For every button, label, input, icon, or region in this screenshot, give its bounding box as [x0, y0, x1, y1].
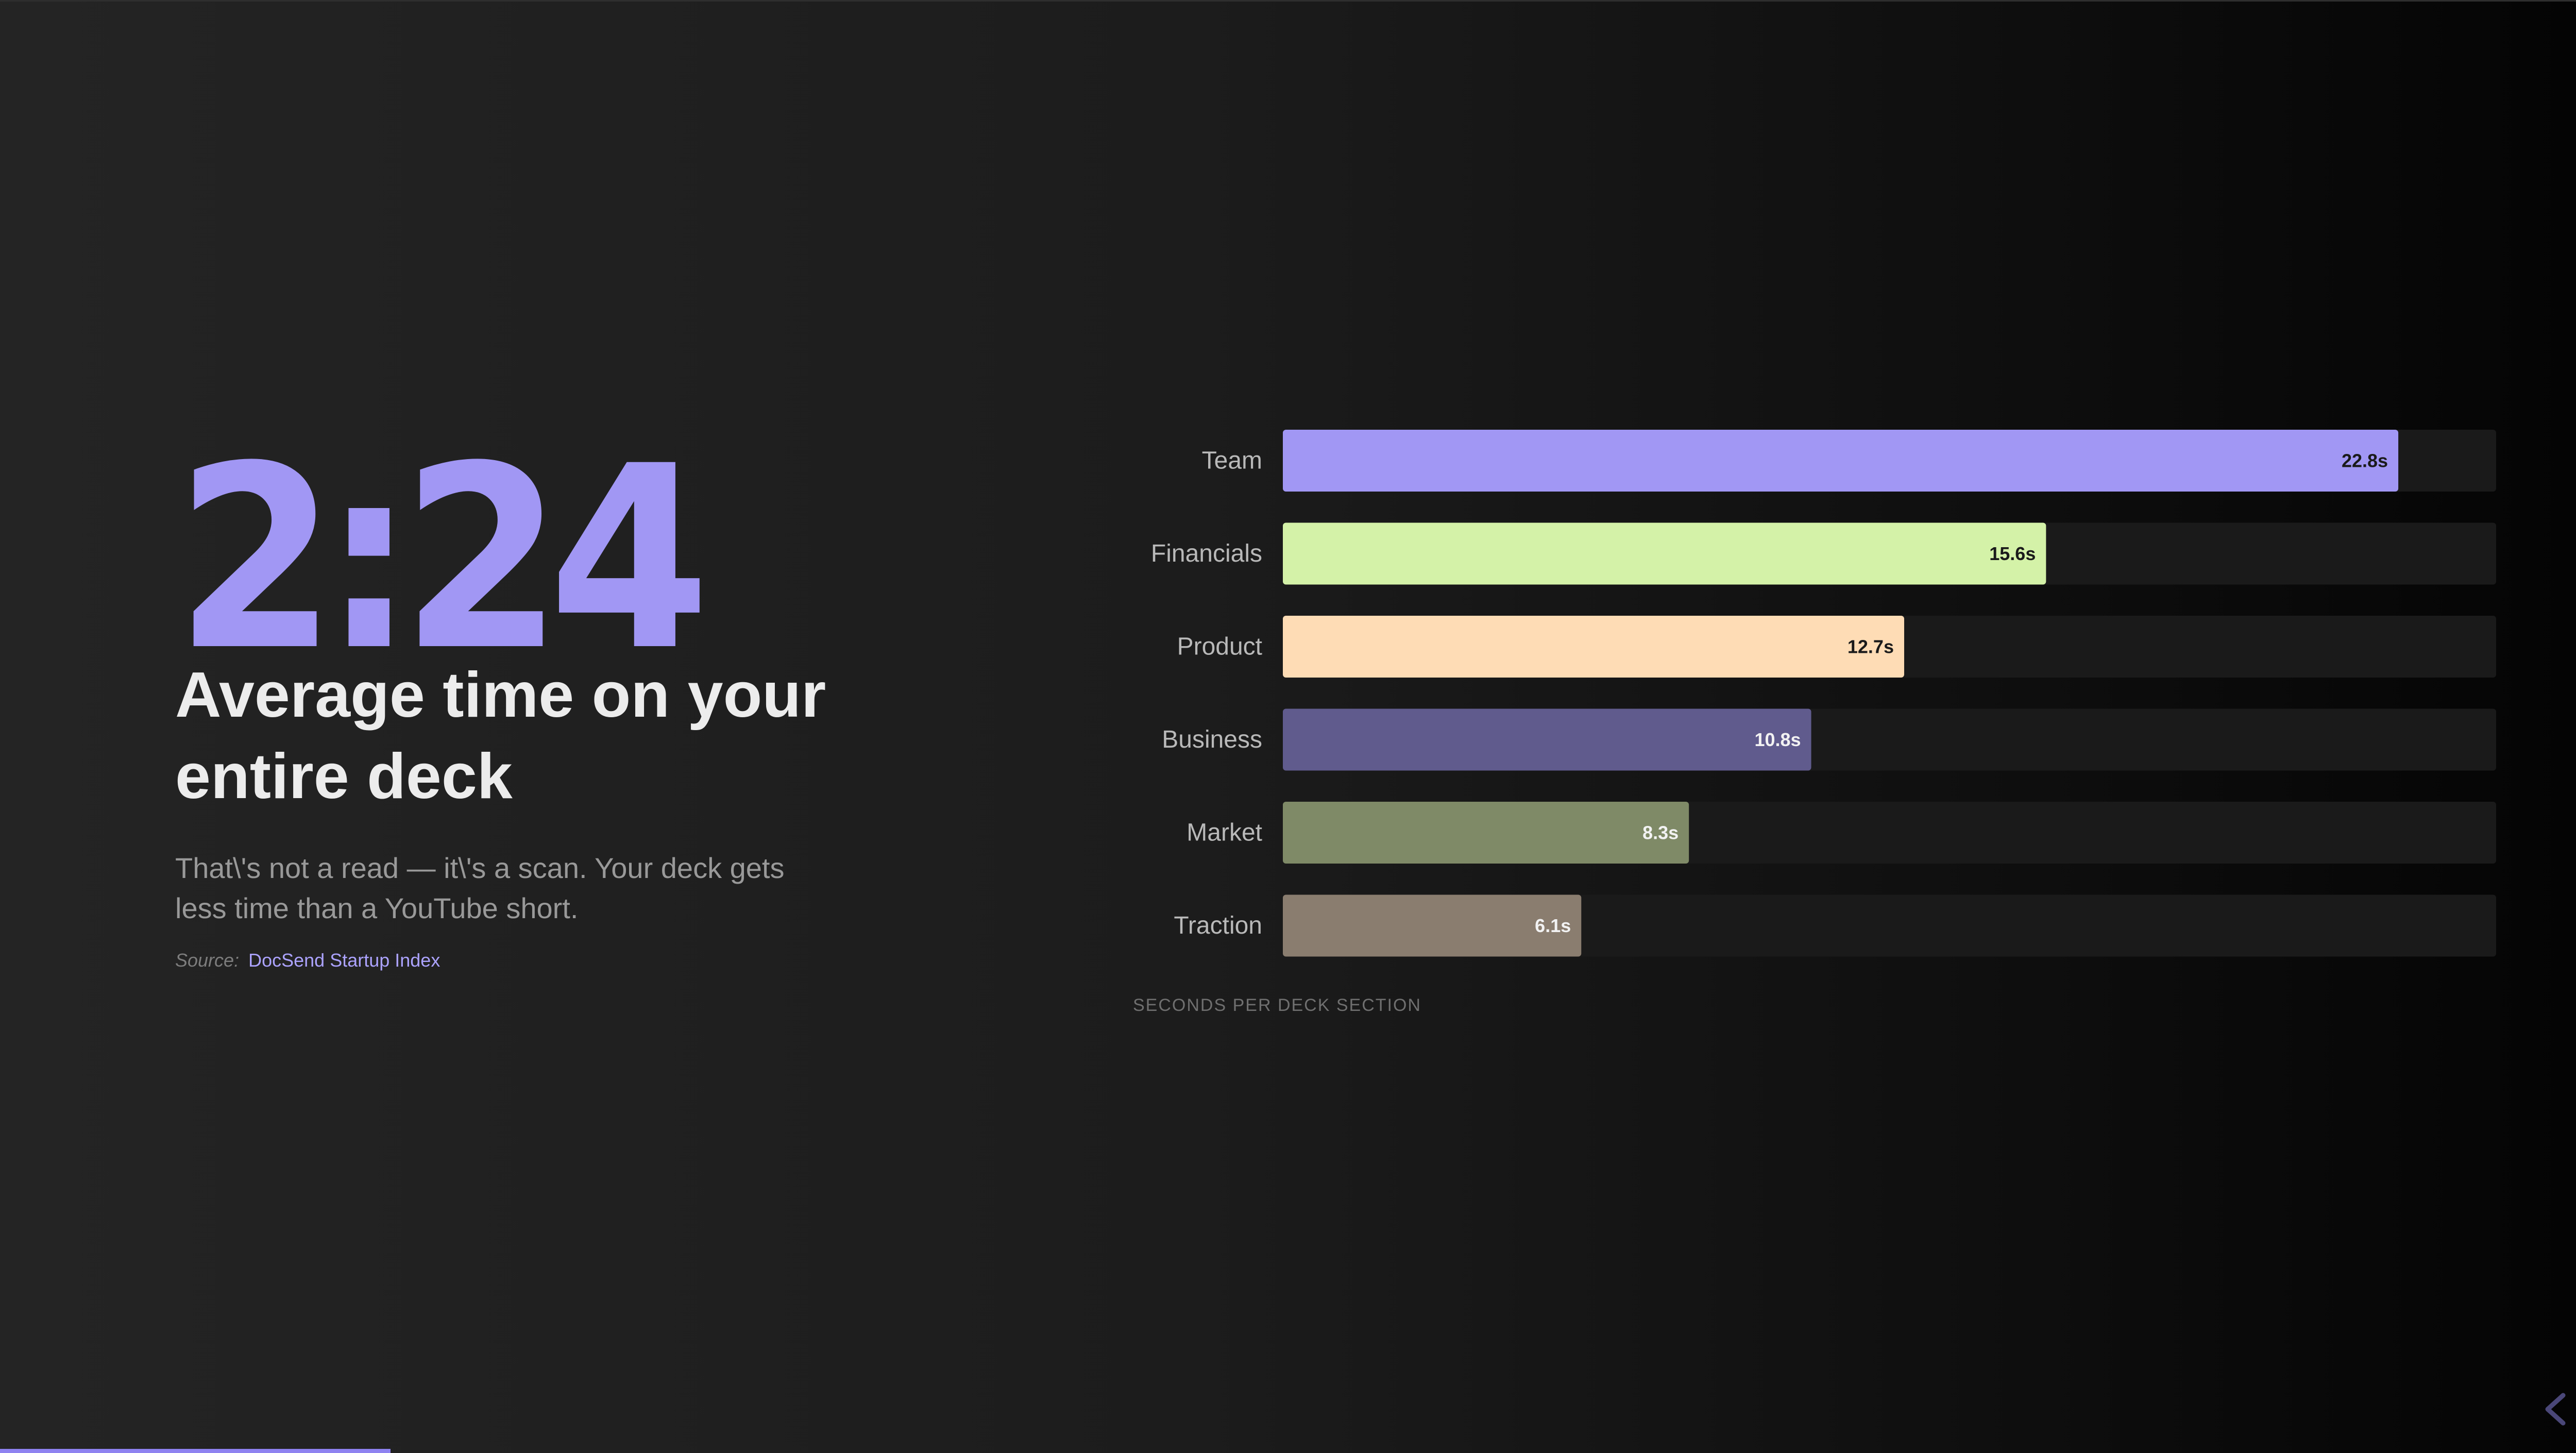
- hero-subtext-line2: less time than a YouTube short.: [175, 892, 579, 924]
- prev-slide-button[interactable]: [2537, 1386, 2573, 1432]
- value-label-market: 8.3s: [1642, 822, 1679, 843]
- bar-financials: [1283, 522, 2046, 585]
- value-label-product: 12.7s: [1848, 636, 1894, 657]
- x-axis-label: SECONDS PER DECK SECTION: [1133, 995, 1421, 1015]
- value-label-financials: 15.6s: [1989, 543, 2036, 564]
- top-divider: [0, 0, 2576, 2]
- source-line: Source: DocSend Startup Index: [175, 949, 896, 972]
- value-label-team: 22.8s: [2342, 450, 2388, 471]
- category-label-financials: Financials: [1151, 540, 1262, 567]
- hero-section: 2:24 Average time on your entire deck Th…: [175, 433, 896, 972]
- hero-subtext-line1: That\'s not a read — it\'s a scan. Your …: [175, 852, 785, 884]
- bar-business: [1283, 708, 1811, 771]
- slide-progress-bar: [0, 1449, 391, 1453]
- category-label-product: Product: [1177, 633, 1262, 661]
- value-label-business: 10.8s: [1754, 729, 1801, 750]
- bar-market: [1283, 802, 1689, 864]
- hero-subtext: That\'s not a read — it\'s a scan. Your …: [175, 848, 845, 928]
- hero-headline-line2: entire deck: [175, 741, 513, 812]
- bar-product: [1283, 616, 1904, 678]
- category-label-business: Business: [1162, 726, 1262, 753]
- category-label-team: Team: [1202, 447, 1262, 475]
- chevron-left-icon: [2545, 1393, 2566, 1426]
- bar-chart: Team 22.8s Financials 15.6s Product 12.7s Busi…: [1133, 430, 2496, 1015]
- source-label: Source:: [175, 950, 240, 971]
- category-label-traction: Traction: [1174, 912, 1262, 939]
- category-label-market: Market: [1187, 819, 1262, 847]
- source-link[interactable]: DocSend Startup Index: [248, 950, 440, 971]
- hero-stat: 2:24: [175, 412, 710, 706]
- bar-team: [1283, 430, 2399, 492]
- value-label-traction: 6.1s: [1535, 915, 1571, 936]
